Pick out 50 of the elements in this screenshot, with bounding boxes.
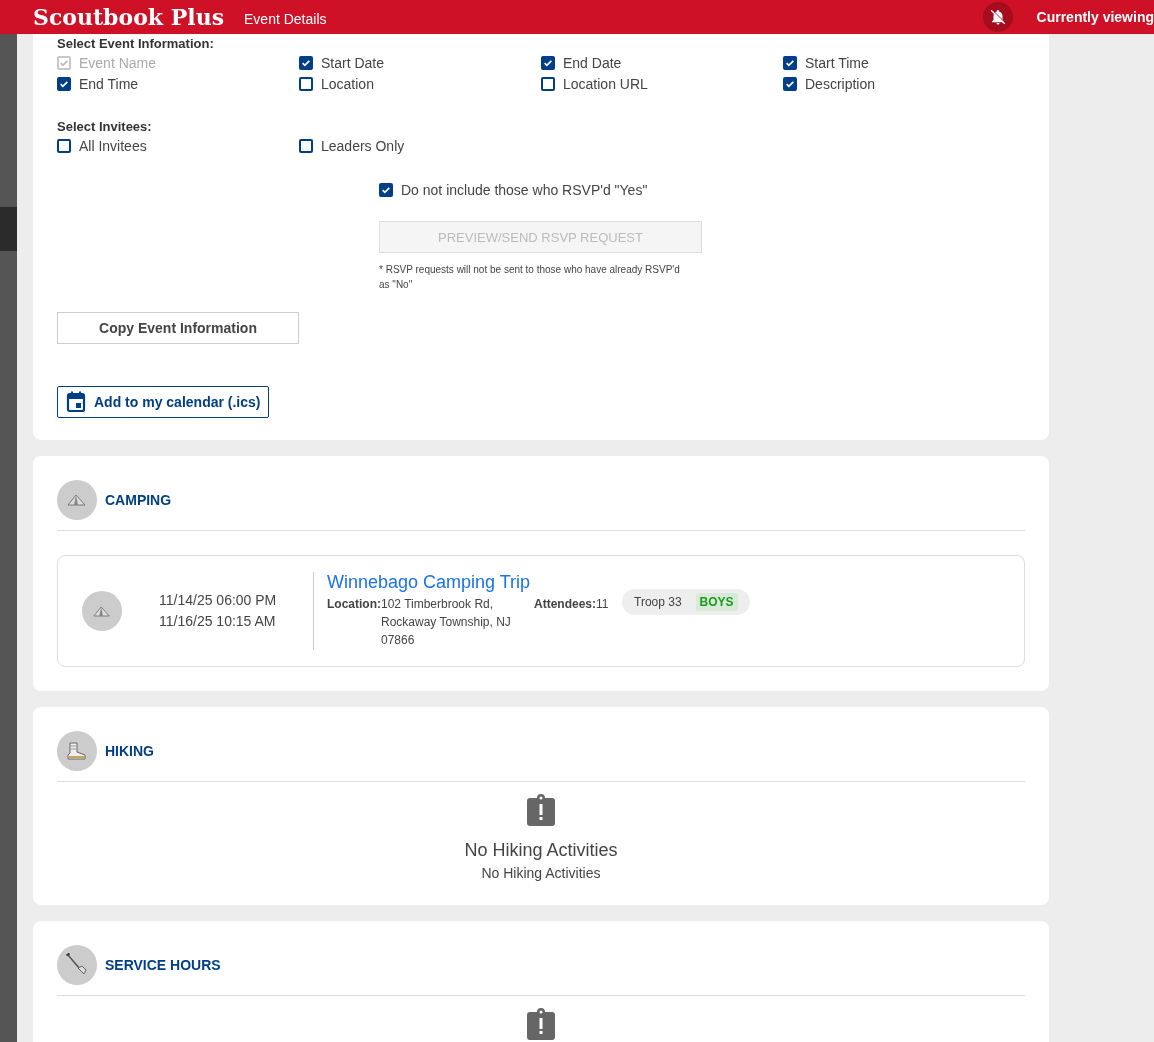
tent-icon — [82, 591, 122, 631]
checkbox-box[interactable] — [57, 138, 71, 153]
checkbox-box[interactable] — [783, 76, 797, 91]
event-end: 11/16/25 10:15 AM — [159, 612, 277, 631]
section-title: HIKING — [105, 743, 154, 759]
currently-viewing-label: Currently viewing — [1036, 9, 1154, 25]
rsvp-note: * RSVP requests will not be sent to those who have already RSVP'd as "No" — [379, 263, 681, 292]
tent-icon — [57, 480, 97, 520]
event-start: 11/14/25 06:00 PM — [159, 591, 278, 610]
checkbox-box[interactable] — [783, 55, 797, 70]
checkbox-box[interactable] — [299, 76, 313, 91]
empty-message: No Hiking Activities — [481, 865, 601, 881]
checkbox[interactable]: Start Date — [299, 54, 541, 71]
checkbox[interactable]: Location URL — [541, 75, 783, 92]
checkbox[interactable]: End Time — [57, 75, 299, 92]
notifications-off-icon[interactable] — [982, 2, 1013, 32]
checkbox-box[interactable] — [541, 55, 555, 70]
checkbox[interactable]: Description — [783, 75, 1025, 92]
section-label: Select Event Information: — [57, 36, 215, 51]
checkbox-box[interactable] — [379, 182, 393, 197]
checkbox[interactable]: Leaders Only — [299, 137, 541, 154]
app-title: Scoutbook Plus — [33, 4, 225, 30]
boot-icon — [57, 731, 97, 771]
section-label: Select Invitees: — [57, 119, 153, 134]
checkbox-box[interactable] — [57, 76, 71, 91]
checkbox[interactable]: End Date — [541, 54, 783, 71]
event-title-link[interactable]: Winnebago Camping Trip — [327, 572, 531, 593]
empty-title: No Hiking Activities — [464, 840, 618, 861]
location-value: 102 Timberbrook Rd, Rockaway Township, NJ 07866 — [381, 596, 511, 649]
calendar-icon — [66, 391, 86, 413]
clipboard-alert-icon — [527, 794, 555, 826]
checkbox-box[interactable] — [299, 55, 313, 70]
add-to-calendar-button[interactable]: Add to my calendar (.ics) — [57, 386, 270, 418]
event-card[interactable]: 11/14/25 06:00 PM 11/16/25 10:15 AM Winnebago Camping Trip Location:102 Timberbrook Rd, Rockaway Township, NJ 07866 Attendees:11 Troop 33 BOYS — [57, 555, 1025, 667]
attendees-count: 11 — [596, 597, 609, 611]
checkbox[interactable]: Start Time — [783, 54, 1025, 71]
shovel-icon — [57, 945, 97, 985]
attendees-label: Attendees: — [534, 597, 596, 611]
location-label: Location: — [327, 596, 381, 613]
checkbox-box[interactable] — [541, 76, 555, 91]
unit-tag: BOYS — [695, 593, 738, 611]
page-title: Event Details — [244, 11, 327, 27]
section-title: CAMPING — [105, 492, 172, 508]
section-title: SERVICE HOURS — [105, 957, 221, 973]
unit-name: Troop 33 — [634, 595, 682, 609]
copy-event-button[interactable]: Copy Event Information — [57, 312, 299, 344]
checkbox-box[interactable] — [299, 138, 313, 153]
checkbox[interactable]: Do not include those who RSVP'd "Yes" — [379, 181, 702, 198]
checkbox[interactable]: All Invitees — [57, 137, 299, 154]
checkbox[interactable]: Location — [299, 75, 541, 92]
